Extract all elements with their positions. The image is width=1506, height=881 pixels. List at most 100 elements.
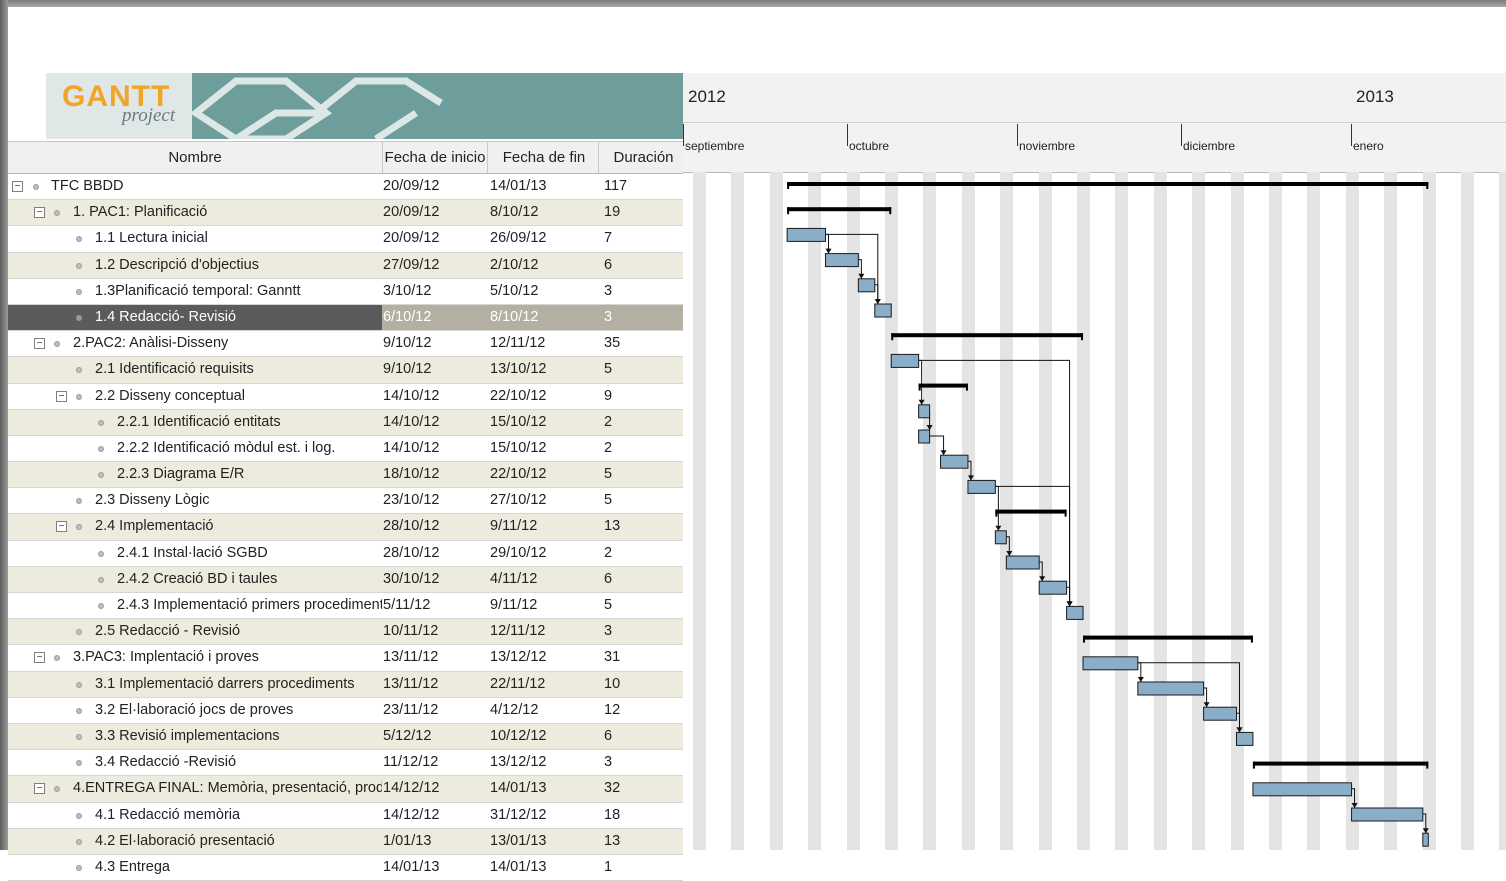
task-start-date[interactable]: 13/11/12 [383, 645, 487, 670]
task-name-cell[interactable]: − TFC BBDD [8, 174, 382, 199]
column-header-duration[interactable]: Duración [604, 142, 683, 173]
task-duration[interactable]: 5 [604, 593, 683, 618]
task-end-date[interactable]: 10/12/12 [490, 724, 598, 749]
task-name-cell[interactable]: 2.2.2 Identificació mòdul est. i log. [8, 436, 382, 461]
collapse-toggle-icon[interactable]: − [56, 390, 67, 402]
task-bar[interactable] [857, 278, 876, 293]
table-row[interactable]: 1.1 Lectura inicial 20/09/12 26/09/12 7 [8, 226, 683, 253]
collapse-toggle-icon[interactable]: − [12, 181, 23, 192]
task-start-date[interactable]: 20/09/12 [383, 226, 487, 251]
table-row[interactable]: 2.1 Identificació requisits 9/10/12 13/10/… [8, 357, 683, 384]
task-duration[interactable]: 3 [604, 750, 683, 775]
table-row[interactable]: 2.3 Disseny Lògic 23/10/12 27/10/12 5 [8, 488, 683, 515]
table-row[interactable]: 3.4 Redacció -Revisió 11/12/12 13/12/12 3 [8, 750, 683, 777]
task-start-date[interactable]: 23/11/12 [383, 698, 487, 723]
task-bar[interactable] [1422, 832, 1429, 847]
task-end-date[interactable]: 8/10/12 [490, 200, 598, 225]
task-start-date[interactable]: 20/09/12 [383, 200, 487, 225]
task-name-cell[interactable]: − 4.ENTREGA FINAL: Memòria, presentació, … [8, 776, 382, 801]
table-row[interactable]: 1.4 Redacció- Revisió 6/10/12 8/10/12 3 [8, 304, 683, 332]
table-row[interactable]: 2.5 Redacció - Revisió 10/11/12 12/11/12 3 [8, 619, 683, 646]
task-start-date[interactable]: 13/11/12 [383, 672, 487, 697]
task-bar[interactable] [1038, 580, 1068, 595]
task-bar[interactable] [1005, 555, 1040, 570]
table-row[interactable]: 2.4.2 Creació BD i taules 30/10/12 4/11/12… [8, 566, 683, 593]
table-row[interactable]: 1.2 Descripció d'objectius 27/09/12 2/10/1… [8, 252, 683, 279]
table-row[interactable]: − TFC BBDD 20/09/12 14/01/13 117 [8, 174, 683, 201]
task-bar[interactable] [1252, 782, 1353, 797]
task-duration[interactable]: 3 [604, 619, 683, 644]
task-bar[interactable] [1203, 706, 1237, 721]
task-start-date[interactable]: 10/11/12 [383, 619, 487, 644]
task-duration[interactable]: 3 [604, 305, 683, 330]
task-start-date[interactable]: 3/10/12 [383, 279, 487, 304]
task-duration[interactable]: 18 [604, 803, 683, 828]
table-row[interactable]: − 4.ENTREGA FINAL: Memòria, presentació, … [8, 776, 683, 803]
task-name-cell[interactable]: 1.1 Lectura inicial [8, 226, 382, 251]
task-name-cell[interactable]: 2.5 Redacció - Revisió [8, 619, 382, 644]
task-end-date[interactable]: 4/12/12 [490, 698, 598, 723]
task-end-date[interactable]: 12/11/12 [490, 331, 598, 356]
task-end-date[interactable]: 13/10/12 [490, 357, 598, 382]
task-name-cell[interactable]: 4.1 Redacció memòria [8, 803, 382, 828]
task-duration[interactable]: 5 [604, 462, 683, 487]
task-end-date[interactable]: 29/10/12 [490, 541, 598, 566]
task-start-date[interactable]: 6/10/12 [383, 305, 487, 330]
task-end-date[interactable]: 12/11/12 [490, 619, 598, 644]
task-duration[interactable]: 6 [604, 567, 683, 592]
task-end-date[interactable]: 22/10/12 [490, 462, 598, 487]
task-duration[interactable]: 2 [604, 541, 683, 566]
task-duration[interactable]: 13 [604, 514, 683, 539]
task-end-date[interactable]: 4/11/12 [490, 567, 598, 592]
task-name-cell[interactable]: 3.4 Redacció -Revisió [8, 750, 382, 775]
task-start-date[interactable]: 30/10/12 [383, 567, 487, 592]
task-start-date[interactable]: 18/10/12 [383, 462, 487, 487]
task-start-date[interactable]: 28/10/12 [383, 514, 487, 539]
task-start-date[interactable]: 5/11/12 [383, 593, 487, 618]
task-bar[interactable] [918, 404, 931, 419]
task-name-cell[interactable]: − 3.PAC3: Implentació i proves [8, 645, 382, 670]
task-end-date[interactable]: 9/11/12 [490, 593, 598, 618]
task-end-date[interactable]: 9/11/12 [490, 514, 598, 539]
table-row[interactable]: 2.2.2 Identificació mòdul est. i log. 14/… [8, 435, 683, 463]
task-end-date[interactable]: 2/10/12 [490, 253, 598, 278]
table-row[interactable]: 2.4.3 Implementació primers procediments… [8, 593, 683, 620]
task-name-cell[interactable]: 2.4.3 Implementació primers procediments [8, 593, 382, 618]
task-bar[interactable] [1137, 681, 1205, 696]
task-name-cell[interactable]: − 1. PAC1: Planificació [8, 200, 382, 225]
table-row[interactable]: − 1. PAC1: Planificació 20/09/12 8/10/12 19 [8, 200, 683, 227]
task-name-cell[interactable]: 1.2 Descripció d'objectius [8, 253, 382, 278]
task-duration[interactable]: 10 [604, 672, 683, 697]
task-duration[interactable]: 5 [604, 488, 683, 513]
table-row[interactable]: 4.1 Redacció memòria 14/12/12 31/12/12 18 [8, 802, 683, 829]
table-row[interactable]: − 2.2 Disseny conceptual 14/10/12 22/10/12 9 [8, 383, 683, 410]
task-name-cell[interactable]: 3.1 Implementació darrers procediments [8, 672, 382, 697]
task-start-date[interactable]: 27/09/12 [383, 253, 487, 278]
table-row[interactable]: 3.2 El·laboració jocs de proves 23/11/12 4… [8, 697, 683, 724]
task-duration[interactable]: 35 [604, 331, 683, 356]
task-end-date[interactable]: 27/10/12 [490, 488, 598, 513]
task-name-cell[interactable]: 2.1 Identificació requisits [8, 357, 382, 382]
table-row[interactable]: − 2.4 Implementació 28/10/12 9/11/12 13 [8, 514, 683, 541]
task-end-date[interactable]: 5/10/12 [490, 279, 598, 304]
task-name-cell[interactable]: 1.3Planificació temporal: Ganntt [8, 279, 382, 304]
task-start-date[interactable]: 14/10/12 [383, 384, 487, 409]
task-name-cell[interactable]: 3.3 Revisió implementacions [8, 724, 382, 749]
task-bar[interactable] [1082, 656, 1139, 671]
task-duration[interactable]: 2 [604, 410, 683, 435]
table-row[interactable]: 2.2.1 Identificació entitats 14/10/12 15/1… [8, 409, 683, 436]
task-start-date[interactable]: 11/12/12 [383, 750, 487, 775]
task-end-date[interactable]: 14/01/13 [490, 174, 598, 199]
column-header-start[interactable]: Fecha de inicio [383, 142, 488, 173]
table-row[interactable]: − 3.PAC3: Implentació i proves 13/11/12 13/… [8, 645, 683, 672]
task-duration[interactable]: 117 [604, 174, 683, 199]
task-name-cell[interactable]: 2.4.1 Instal·lació SGBD [8, 541, 382, 566]
task-bar[interactable] [994, 530, 1007, 545]
task-end-date[interactable]: 22/11/12 [490, 672, 598, 697]
task-bar[interactable] [1235, 731, 1254, 746]
task-end-date[interactable]: 15/10/12 [490, 436, 598, 461]
task-duration[interactable]: 19 [604, 200, 683, 225]
task-bar[interactable] [824, 253, 859, 268]
task-end-date[interactable]: 31/12/12 [490, 803, 598, 828]
task-name-cell[interactable]: 1.4 Redacció- Revisió [8, 304, 382, 330]
